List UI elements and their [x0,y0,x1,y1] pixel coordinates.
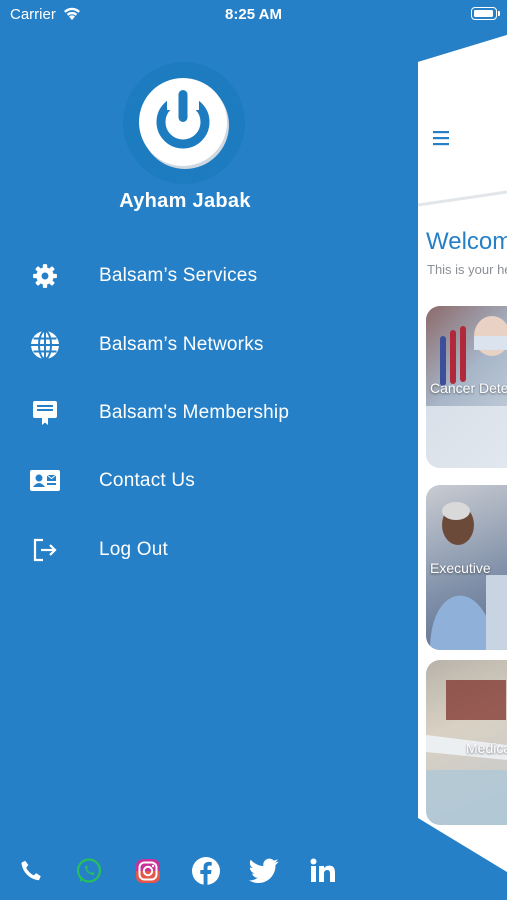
power-logo-icon [139,78,229,169]
linkedin-icon[interactable] [306,852,340,890]
membership-icon [29,397,61,429]
menu-item-label: Balsam’s Networks [99,334,264,355]
menu-item-label: Balsam's Membership [99,402,290,423]
service-card[interactable]: Cancer Dete [426,306,507,468]
service-card[interactable]: Executive [426,485,507,650]
menu-item-networks[interactable]: Balsam’s Networks [0,320,400,370]
menu-item-label: Log Out [99,539,169,560]
app-logo [123,62,245,184]
phone-icon[interactable] [14,852,48,890]
whatsapp-icon[interactable] [72,852,106,890]
menu-item-contact[interactable]: Contact Us [0,456,400,506]
user-name: Ayham Jabak [119,190,251,212]
menu-item-label: Balsam’s Services [99,265,258,286]
menu-item-label: Contact Us [99,470,195,491]
hamburger-menu-icon[interactable] [432,129,452,152]
welcome-subtitle: This is your he [427,262,507,277]
welcome-title: Welcom [426,228,507,255]
facebook-icon[interactable] [189,852,223,890]
menu-item-services[interactable]: Balsam’s Services [0,251,400,301]
main-screen-preview[interactable]: Welcom This is your he Cancer Dete Execu… [418,0,507,900]
service-card-title: Executive [430,560,491,576]
service-card-title: Medica [466,740,507,756]
contact-card-icon [29,465,61,497]
service-card-title: Cancer Dete [430,380,507,396]
instagram-icon[interactable] [131,852,165,890]
globe-icon [29,329,61,361]
twitter-icon[interactable] [247,852,281,890]
logout-icon [29,534,61,566]
menu-item-logout[interactable]: Log Out [0,525,400,575]
menu-item-membership[interactable]: Balsam's Membership [0,388,400,438]
service-card[interactable]: Medica [426,660,507,825]
gear-icon [29,260,61,292]
